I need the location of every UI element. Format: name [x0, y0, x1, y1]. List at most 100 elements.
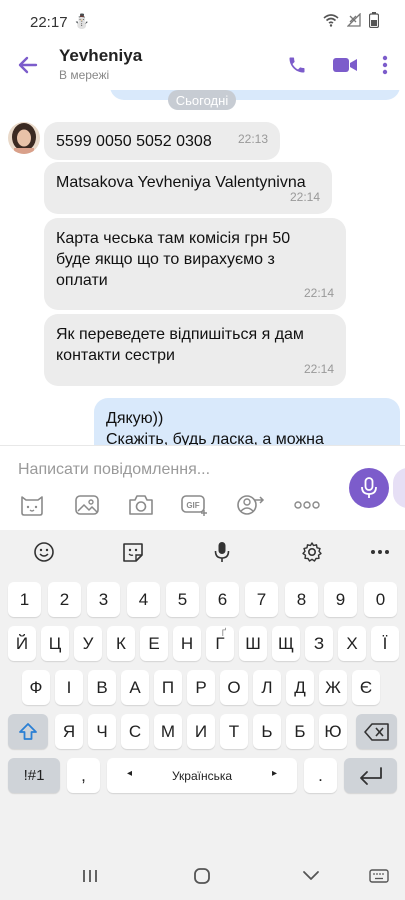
key-letter[interactable]: Б: [286, 714, 314, 749]
key-letter[interactable]: А: [121, 670, 149, 705]
key-letter[interactable]: Н: [173, 626, 201, 661]
more-options-button[interactable]: [292, 492, 322, 518]
key-8[interactable]: 8: [285, 582, 318, 617]
key-letter[interactable]: Р: [187, 670, 215, 705]
key-0[interactable]: 0: [364, 582, 397, 617]
language-left-arrow-icon: ◂: [127, 768, 133, 779]
comma-key[interactable]: ,: [67, 758, 100, 793]
contact-name[interactable]: Yevheniya: [59, 46, 142, 66]
keyboard-settings-key[interactable]: [298, 538, 326, 566]
key-letter[interactable]: Ї: [371, 626, 399, 661]
backspace-key[interactable]: [356, 714, 397, 749]
gear-icon: [302, 542, 322, 562]
key-3[interactable]: 3: [87, 582, 120, 617]
key-letter[interactable]: І: [55, 670, 83, 705]
key-1[interactable]: 1: [8, 582, 41, 617]
message-bubble[interactable]: 5599 0050 5052 0308 22:13: [44, 122, 280, 160]
key-4[interactable]: 4: [127, 582, 160, 617]
key-letter[interactable]: Ц: [41, 626, 69, 661]
gallery-button[interactable]: [72, 492, 102, 518]
key-letter[interactable]: М: [154, 714, 182, 749]
key-letter[interactable]: Ш: [239, 626, 267, 661]
period-key[interactable]: .: [304, 758, 337, 793]
enter-key[interactable]: [344, 758, 397, 793]
key-letter[interactable]: К: [107, 626, 135, 661]
contact-status: В мережі: [59, 68, 110, 82]
space-key[interactable]: ◂ Українська ▸: [107, 758, 297, 793]
message-bubble[interactable]: Matsakova Yevheniya Valentynivna 22:14: [44, 162, 332, 214]
message-time: 22:14: [303, 286, 334, 300]
keyboard-switch-button[interactable]: [366, 864, 392, 888]
video-call-button[interactable]: [330, 50, 360, 80]
key-letter[interactable]: Д: [286, 670, 314, 705]
key-7[interactable]: 7: [245, 582, 278, 617]
keyboard-toolbar: [0, 530, 405, 574]
back-nav-button[interactable]: [298, 864, 324, 888]
key-letter[interactable]: И: [187, 714, 215, 749]
key-6[interactable]: 6: [206, 582, 239, 617]
forward-person-icon: [237, 495, 265, 515]
key-letter[interactable]: Е: [140, 626, 168, 661]
home-icon: [194, 868, 210, 884]
message-bubble[interactable]: Як переведете відпишіться я дам контакти…: [44, 314, 346, 386]
avatar[interactable]: [8, 122, 40, 154]
emoji-icon: [34, 542, 54, 562]
voice-message-button[interactable]: [349, 468, 389, 508]
signal-icon: [347, 13, 361, 27]
key-letter[interactable]: Ь: [253, 714, 281, 749]
microphone-icon: [361, 477, 377, 498]
key-letter[interactable]: Л: [253, 670, 281, 705]
key-letter[interactable]: Ю: [319, 714, 347, 749]
key-hint: Ґ: [221, 628, 226, 638]
status-bar: 22:17 ⛄: [0, 0, 405, 40]
keyboard-more-key[interactable]: [366, 538, 394, 566]
key-letter[interactable]: Ж: [319, 670, 347, 705]
recent-apps-button[interactable]: [77, 864, 103, 888]
outgoing-message-bubble[interactable]: Дякую)) Скажіть, будь ласка, а можна: [94, 398, 400, 445]
gif-button[interactable]: GIF: [180, 492, 210, 518]
key-letter[interactable]: О: [220, 670, 248, 705]
key-letter[interactable]: У: [74, 626, 102, 661]
key-2[interactable]: 2: [48, 582, 81, 617]
key-letter[interactable]: С: [121, 714, 149, 749]
key-letter[interactable]: З: [305, 626, 333, 661]
symbols-key[interactable]: !#1: [8, 758, 60, 793]
system-nav-bar: [0, 850, 405, 900]
key-letter[interactable]: Т: [220, 714, 248, 749]
key-letter[interactable]: Я: [55, 714, 83, 749]
key-5[interactable]: 5: [166, 582, 199, 617]
home-button[interactable]: [189, 864, 215, 888]
message-text: 5599 0050 5052 0308: [56, 133, 212, 150]
svg-text:GIF: GIF: [186, 501, 199, 510]
message-input[interactable]: [18, 458, 328, 482]
call-button[interactable]: [282, 50, 312, 80]
sticker-button[interactable]: [17, 492, 47, 518]
key-letter[interactable]: Є: [352, 670, 380, 705]
date-divider: Сьогодні: [168, 90, 236, 110]
voice-input-key[interactable]: [208, 538, 236, 566]
image-gallery-icon: [75, 495, 99, 515]
chat-area[interactable]: Сьогодні 5599 0050 5052 0308 22:13 Matsa…: [0, 90, 405, 445]
key-letter[interactable]: Ф: [22, 670, 50, 705]
more-menu-button[interactable]: [370, 50, 400, 80]
key-letter[interactable]: П: [154, 670, 182, 705]
share-contact-button[interactable]: [236, 492, 266, 518]
key-9[interactable]: 9: [324, 582, 357, 617]
emoji-key[interactable]: [30, 538, 58, 566]
key-letter[interactable]: Х: [338, 626, 366, 661]
key-letter[interactable]: Й: [8, 626, 36, 661]
message-bubble[interactable]: Карта чеська там комісія грн 50 буде якщ…: [44, 218, 346, 310]
key-letter[interactable]: Щ: [272, 626, 300, 661]
key-letter[interactable]: В: [88, 670, 116, 705]
camera-button[interactable]: [126, 492, 156, 518]
message-time: 22:14: [303, 362, 334, 376]
key-letter[interactable]: Ч: [88, 714, 116, 749]
send-area: [393, 468, 405, 508]
back-button[interactable]: [14, 50, 44, 80]
more-horizontal-icon: [294, 501, 320, 509]
message-text: Дякую)) Скажіть, будь ласка, а можна: [106, 410, 324, 445]
key-letter-g[interactable]: Г Ґ: [206, 626, 234, 661]
sticker-key[interactable]: [119, 538, 147, 566]
shift-key[interactable]: [8, 714, 48, 749]
message-time: 22:14: [289, 190, 320, 204]
